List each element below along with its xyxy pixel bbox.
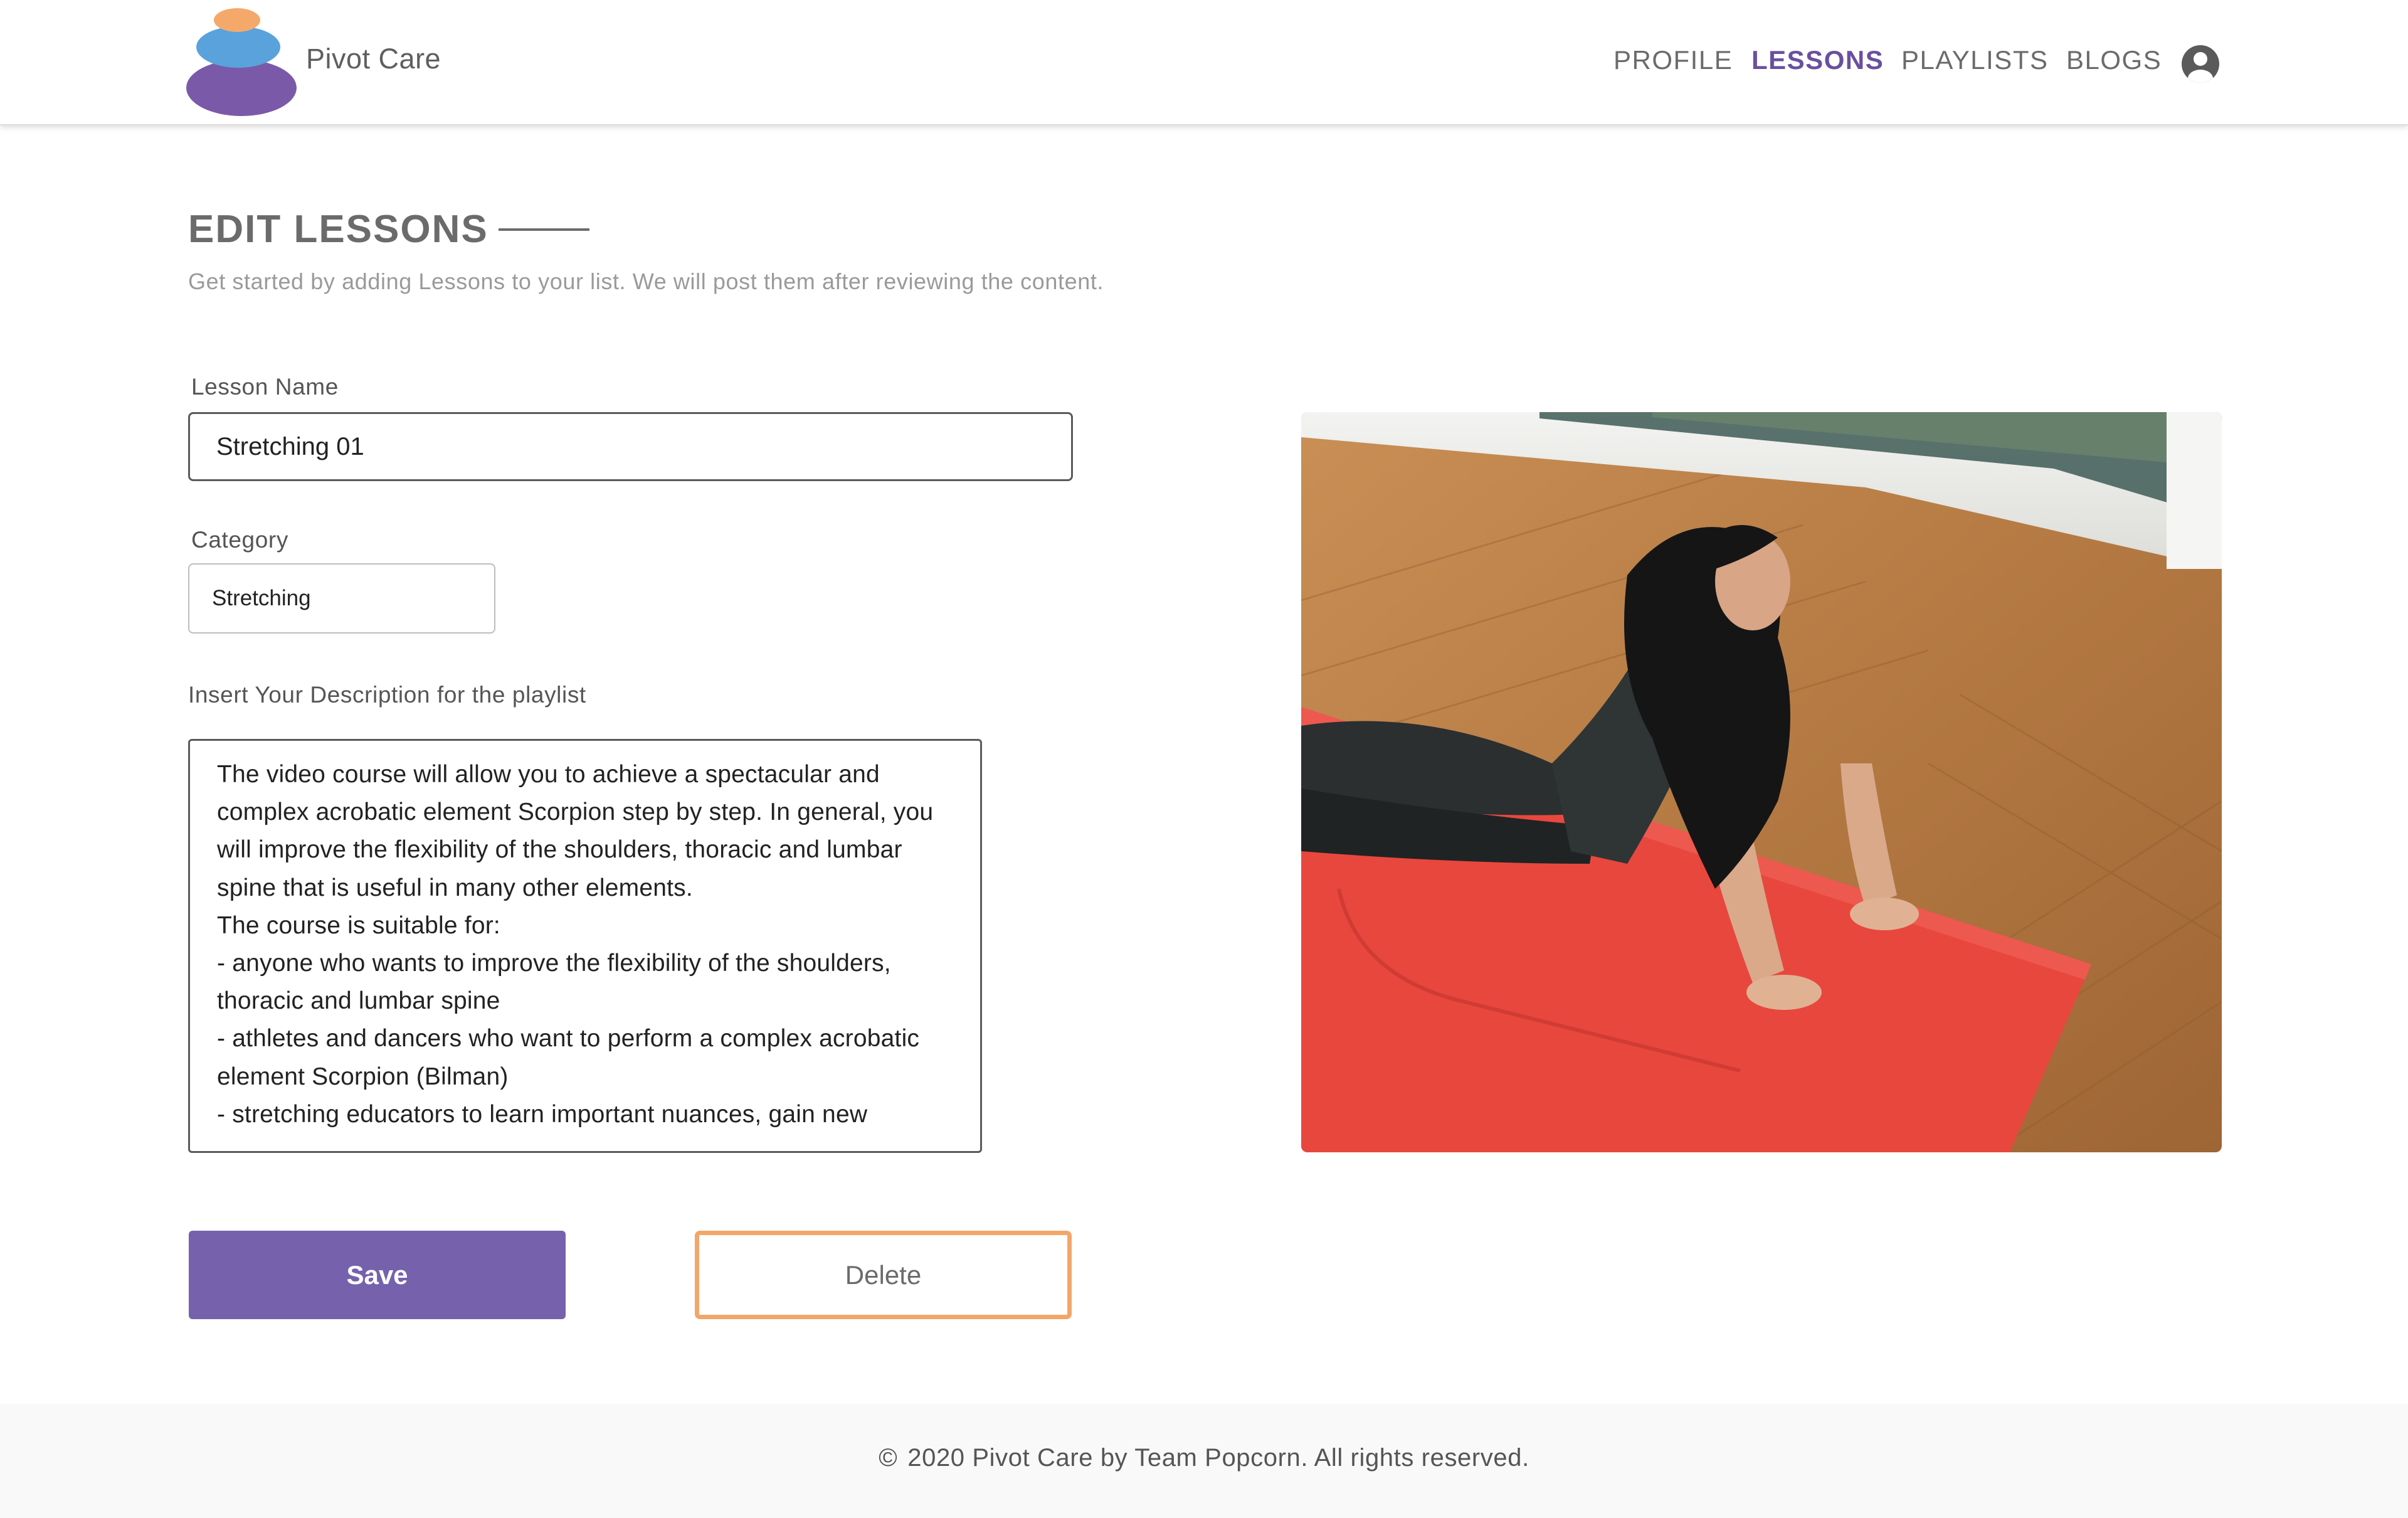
description-line: will improve the flexibility of the shou… bbox=[217, 836, 902, 864]
description-line: - athletes and dancers who want to perfo… bbox=[217, 1025, 920, 1053]
footer-copyright: © 2020 Pivot Care by Team Popcorn. All ri… bbox=[0, 1444, 2408, 1472]
title-divider bbox=[499, 228, 589, 231]
category-label: Category bbox=[191, 527, 288, 553]
nav-lessons[interactable]: LESSONS bbox=[1751, 45, 1884, 75]
brand-name[interactable]: Pivot Care bbox=[306, 43, 441, 75]
description-line: element Scorpion (Bilman) bbox=[217, 1063, 509, 1090]
stacked-stones-logo[interactable] bbox=[182, 6, 301, 119]
page-subtitle: Get started by adding Lessons to your li… bbox=[188, 268, 1104, 294]
description-line: The video course will allow you to achie… bbox=[217, 761, 880, 788]
description-line: The course is suitable for: bbox=[217, 911, 500, 939]
description-textarea[interactable]: The video course will allow you to achie… bbox=[188, 739, 982, 1153]
copyright-icon: © bbox=[879, 1444, 898, 1472]
description-label: Insert Your Description for the playlist bbox=[188, 682, 586, 708]
lesson-name-input[interactable] bbox=[188, 412, 1073, 481]
nav-profile[interactable]: PROFILE bbox=[1613, 45, 1733, 75]
top-navbar: Pivot Care PROFILE LESSONS PLAYLISTS BLO… bbox=[0, 0, 2408, 125]
nav-playlists[interactable]: PLAYLISTS bbox=[1901, 45, 2049, 75]
nav-blogs[interactable]: BLOGS bbox=[2066, 45, 2162, 75]
description-line: complex acrobatic element Scorpion step … bbox=[217, 799, 934, 826]
description-line: - stretching educators to learn importan… bbox=[217, 1100, 868, 1128]
save-button[interactable]: Save bbox=[189, 1231, 566, 1319]
lesson-image bbox=[1301, 412, 2222, 1152]
page-footer: © 2020 Pivot Care by Team Popcorn. All ri… bbox=[0, 1404, 2408, 1518]
app-root: Pivot Care PROFILE LESSONS PLAYLISTS BLO… bbox=[0, 0, 2408, 1518]
description-line: thoracic and lumbar spine bbox=[217, 987, 500, 1015]
category-input[interactable] bbox=[188, 563, 495, 634]
description-line: spine that is useful in many other eleme… bbox=[217, 874, 693, 901]
lesson-name-label: Lesson Name bbox=[191, 374, 339, 400]
page-title: EDIT LESSONS bbox=[188, 208, 488, 251]
description-line: - anyone who wants to improve the flexib… bbox=[217, 950, 891, 977]
footer-text: 2020 Pivot Care by Team Popcorn. All rig… bbox=[907, 1444, 1529, 1472]
delete-button[interactable]: Delete bbox=[695, 1231, 1072, 1319]
account-circle-icon[interactable] bbox=[2180, 44, 2221, 84]
